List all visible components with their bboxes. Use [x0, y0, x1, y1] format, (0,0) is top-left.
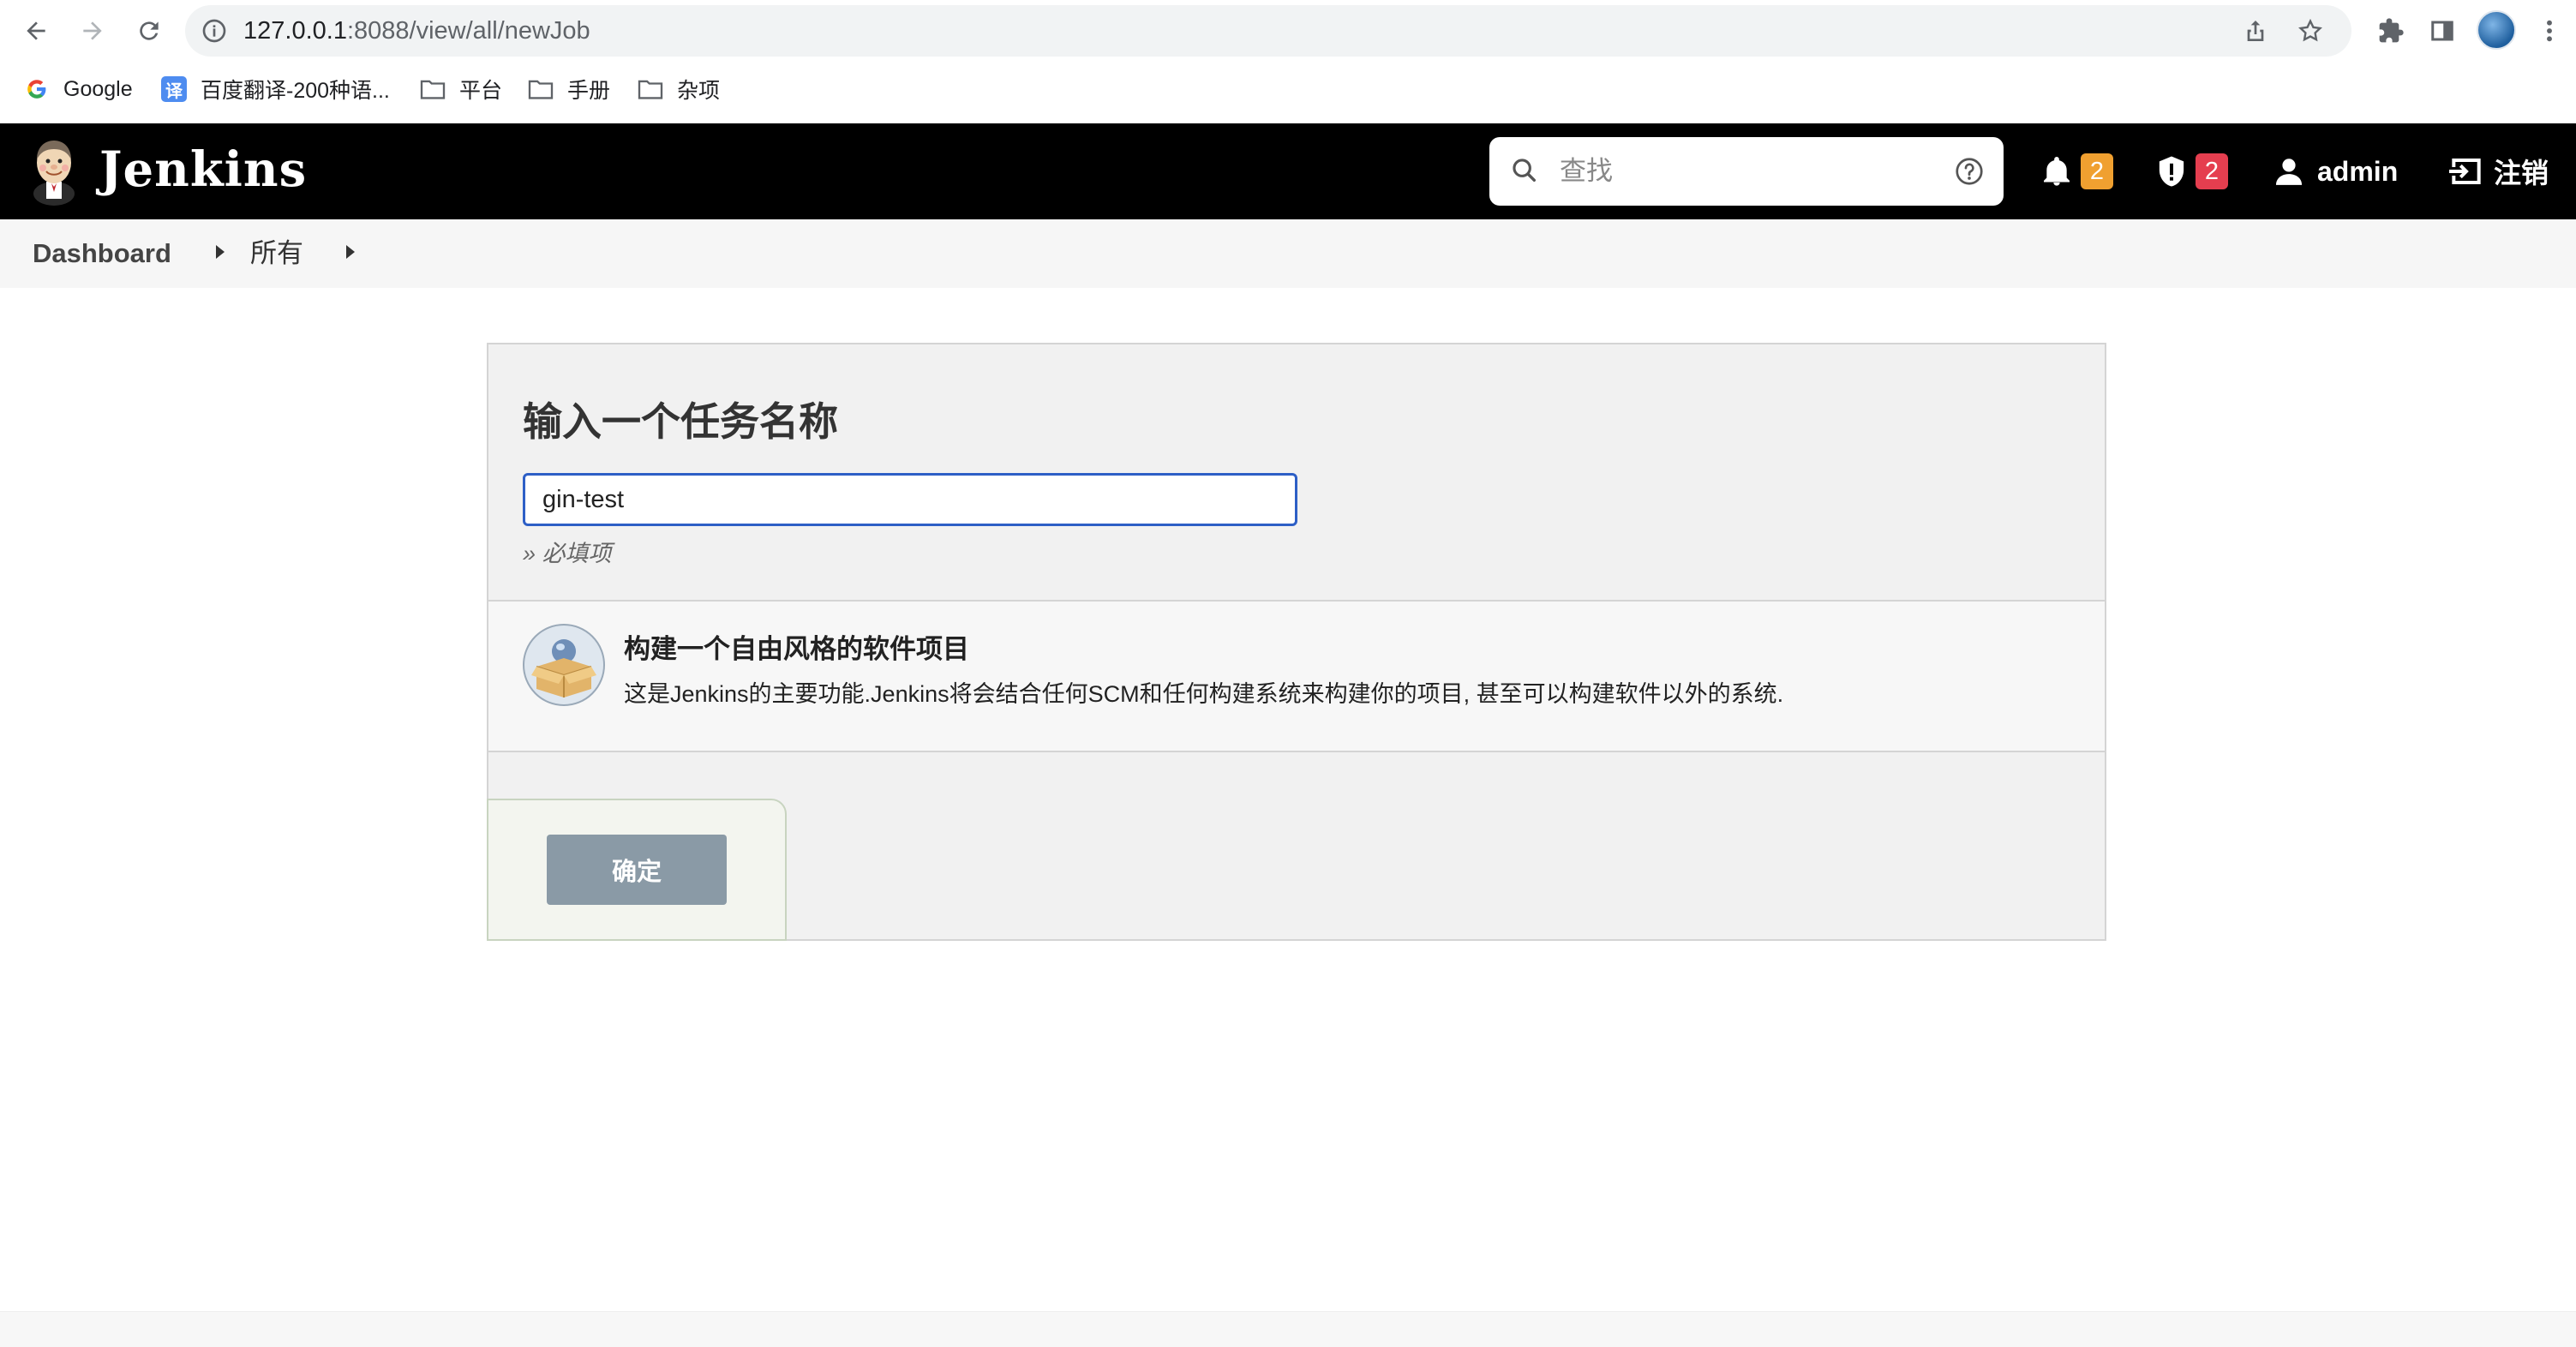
back-arrow-icon — [27, 21, 45, 40]
back-button[interactable] — [14, 9, 58, 53]
site-info-icon[interactable] — [201, 17, 228, 45]
extensions-button[interactable] — [2374, 14, 2408, 48]
breadcrumb-separator-icon[interactable] — [346, 245, 355, 259]
folder-icon — [636, 75, 665, 104]
bookmark-label: Google — [63, 76, 133, 101]
bell-icon — [2044, 157, 2070, 186]
fanyi-glyph: 译 — [161, 76, 187, 102]
user-icon — [2275, 159, 2303, 185]
bookmark-folder-misc[interactable]: 杂项 — [636, 67, 720, 111]
bookmark-label: 百度翻译-200种语... — [201, 79, 390, 103]
logout-label: 注销 — [2494, 158, 2549, 189]
folder-icon — [526, 75, 555, 104]
logout-icon — [2449, 159, 2481, 184]
user-menu[interactable]: admin — [2273, 123, 2398, 219]
page-title: 输入一个任务名称 — [523, 399, 838, 444]
freestyle-project-icon — [523, 624, 605, 706]
bookmark-label: 平台 — [459, 79, 503, 103]
browser-menu-button[interactable] — [2537, 14, 2562, 48]
google-icon — [22, 75, 51, 104]
security-badge: 2 — [2196, 153, 2228, 189]
bookmark-label: 手册 — [567, 79, 611, 103]
reload-button[interactable] — [127, 9, 171, 53]
bookmark-google[interactable]: Google — [22, 67, 133, 111]
job-name-input[interactable] — [523, 473, 1297, 526]
share-icon[interactable] — [2242, 17, 2269, 45]
search-box[interactable] — [1489, 137, 2004, 206]
jenkins-butler-icon — [33, 141, 75, 206]
notifications-badge: 2 — [2081, 153, 2113, 189]
help-icon[interactable] — [1954, 156, 1985, 187]
bookmark-fanyi[interactable]: 译 百度翻译-200种语... — [159, 67, 390, 111]
jenkins-home-link[interactable]: Jenkins — [27, 134, 307, 206]
form-footer: 确定 — [487, 799, 787, 941]
folder-icon — [418, 75, 447, 104]
shield-icon — [2159, 156, 2184, 187]
jenkins-brand: Jenkins — [99, 141, 308, 198]
search-icon — [1513, 159, 1537, 183]
required-hint: » 必填项 — [523, 541, 612, 566]
breadcrumb-separator-icon[interactable] — [216, 245, 225, 259]
side-panel-icon — [2431, 21, 2453, 41]
browser-chrome: 127.0.0.1:8088/view/all/newJob Google 译 … — [0, 0, 2576, 123]
bookmark-folder-manual[interactable]: 手册 — [526, 67, 610, 111]
fanyi-icon: 译 — [159, 75, 189, 104]
search-input[interactable] — [1560, 149, 1920, 194]
puzzle-icon — [2379, 18, 2404, 43]
user-name: admin — [2317, 155, 2399, 187]
jenkins-header: Jenkins 2 2 admin 注销 — [0, 123, 2576, 219]
bookmarks-bar: Google 译 百度翻译-200种语... 平台 手册 杂项 — [0, 67, 2576, 111]
job-type-freestyle[interactable]: 构建一个自由风格的软件项目 这是Jenkins的主要功能.Jenkins将会结合… — [488, 602, 2105, 752]
new-job-form: 输入一个任务名称 » 必填项 构建一个自由风格的软件项目 这是Jenkins的主… — [487, 343, 2106, 941]
security-alerts-button[interactable]: 2 — [2154, 123, 2228, 219]
address-bar[interactable]: 127.0.0.1:8088/view/all/newJob — [185, 5, 2351, 57]
job-type-title: 构建一个自由风格的软件项目 — [624, 634, 969, 664]
breadcrumb: Dashboard 所有 — [0, 219, 2576, 288]
profile-avatar[interactable] — [2477, 10, 2516, 50]
url-host: 127.0.0.1 — [243, 17, 347, 45]
breadcrumb-dashboard[interactable]: Dashboard — [33, 219, 171, 288]
forward-arrow-icon — [83, 21, 102, 40]
notifications-button[interactable]: 2 — [2040, 123, 2113, 219]
job-name-section: 输入一个任务名称 » 必填项 — [488, 344, 2105, 602]
logout-button[interactable]: 注销 — [2447, 123, 2549, 219]
kebab-menu-icon — [2547, 20, 2552, 42]
bookmark-label: 杂项 — [677, 79, 721, 103]
page-footer — [0, 1311, 2576, 1347]
breadcrumb-all[interactable]: 所有 — [250, 219, 303, 288]
job-type-description: 这是Jenkins的主要功能.Jenkins将会结合任何SCM和任何构建系统来构… — [624, 681, 1784, 707]
url-text[interactable]: 127.0.0.1:8088/view/all/newJob — [243, 5, 590, 57]
reload-icon — [140, 21, 159, 40]
bookmark-folder-platform[interactable]: 平台 — [418, 67, 502, 111]
bookmark-star-icon[interactable] — [2297, 17, 2324, 45]
side-panel-button[interactable] — [2425, 14, 2459, 48]
url-path: :8088/view/all/newJob — [346, 17, 590, 45]
ok-button[interactable]: 确定 — [547, 835, 727, 905]
forward-button[interactable] — [70, 9, 115, 53]
